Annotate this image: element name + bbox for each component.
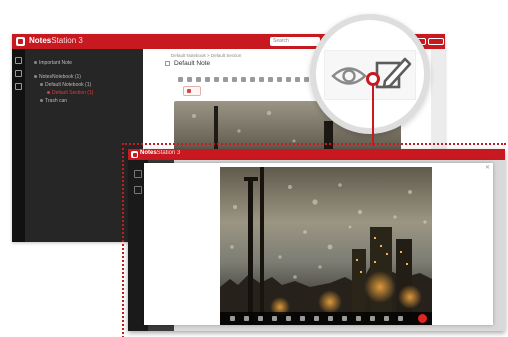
format-tool-icon[interactable] <box>286 77 291 82</box>
sidebar-item-trash-can[interactable]: Trash can <box>40 98 67 104</box>
notes-station-logo-icon <box>16 37 25 46</box>
record-button[interactable] <box>418 314 427 323</box>
app-name: NotesStation 3 <box>140 150 181 156</box>
trash-icon <box>40 99 43 102</box>
notes-station-logo-icon <box>131 151 138 158</box>
format-tool-icon[interactable] <box>277 77 282 82</box>
titlebar-menu-button[interactable] <box>428 38 444 45</box>
tag-icon <box>134 186 142 194</box>
callout-connector-line <box>372 78 374 146</box>
notebook-icon <box>134 170 142 178</box>
format-tool-icon[interactable] <box>178 77 183 82</box>
undo-icon[interactable] <box>342 316 347 321</box>
tag-icon[interactable] <box>15 70 22 77</box>
color-icon[interactable] <box>370 316 375 321</box>
fullscreen-icon[interactable] <box>398 316 403 321</box>
share-icon[interactable] <box>15 83 22 90</box>
note-icon <box>165 61 170 66</box>
format-tool-icon[interactable] <box>187 77 192 82</box>
attachment-chip[interactable] <box>183 86 201 96</box>
search-input[interactable]: Search <box>270 37 320 46</box>
viewer-toolbar <box>220 312 432 325</box>
shape-icon[interactable] <box>300 316 305 321</box>
format-tool-icon[interactable] <box>304 77 309 82</box>
note-title[interactable]: Default Note <box>165 60 210 67</box>
text-icon[interactable] <box>314 316 319 321</box>
zoom-out-icon[interactable] <box>258 316 263 321</box>
icon-sidebar <box>12 49 25 242</box>
format-tool-icon[interactable] <box>196 77 201 82</box>
expand-icon <box>34 75 37 78</box>
app-titlebar: NotesStation 3 <box>128 149 505 160</box>
sidebar-item-notesnotebook[interactable]: NotesNotebook (1) <box>34 74 81 80</box>
format-tool-icon[interactable] <box>241 77 246 82</box>
format-tool-icon[interactable] <box>295 77 300 82</box>
format-tool-icon[interactable] <box>205 77 210 82</box>
rainy-window-photo <box>220 167 432 325</box>
pen-icon[interactable] <box>272 316 277 321</box>
attachment-icon <box>187 89 191 93</box>
sidebar-item-default-notebook[interactable]: Default Notebook (1) <box>40 82 91 88</box>
highlighter-icon[interactable] <box>286 316 291 321</box>
callout-connector-dot <box>366 72 380 86</box>
presentation-mode-window: NotesStation 3 ✕ <box>128 149 505 331</box>
viewer-image <box>220 167 432 325</box>
image-viewer: ✕ <box>144 163 493 325</box>
format-tool-icon[interactable] <box>259 77 264 82</box>
format-tool-icon[interactable] <box>232 77 237 82</box>
sidebar-item-default-section[interactable]: Default Section (1) <box>47 90 93 96</box>
format-tool-icon[interactable] <box>250 77 255 82</box>
previous-icon[interactable] <box>230 316 235 321</box>
notebook-icon <box>40 83 43 86</box>
redo-icon[interactable] <box>356 316 361 321</box>
edit-note-icon[interactable] <box>375 57 412 89</box>
format-tool-icon[interactable] <box>268 77 273 82</box>
sidebar-item-important-note[interactable]: Important Note <box>34 60 72 66</box>
notebook-icon[interactable] <box>15 57 22 64</box>
close-icon[interactable]: ✕ <box>485 164 490 171</box>
eraser-icon[interactable] <box>328 316 333 321</box>
format-tool-icon[interactable] <box>223 77 228 82</box>
format-tool-icon[interactable] <box>214 77 219 82</box>
section-icon <box>47 91 50 94</box>
next-icon[interactable] <box>384 316 389 321</box>
editor-toolbar <box>178 75 328 84</box>
star-icon <box>34 61 37 64</box>
app-name: NotesStation 3 <box>29 36 83 45</box>
zoom-in-icon[interactable] <box>244 316 249 321</box>
eye-icon[interactable] <box>331 67 367 85</box>
breadcrumb: Default Notebook > Default Section <box>171 53 242 58</box>
